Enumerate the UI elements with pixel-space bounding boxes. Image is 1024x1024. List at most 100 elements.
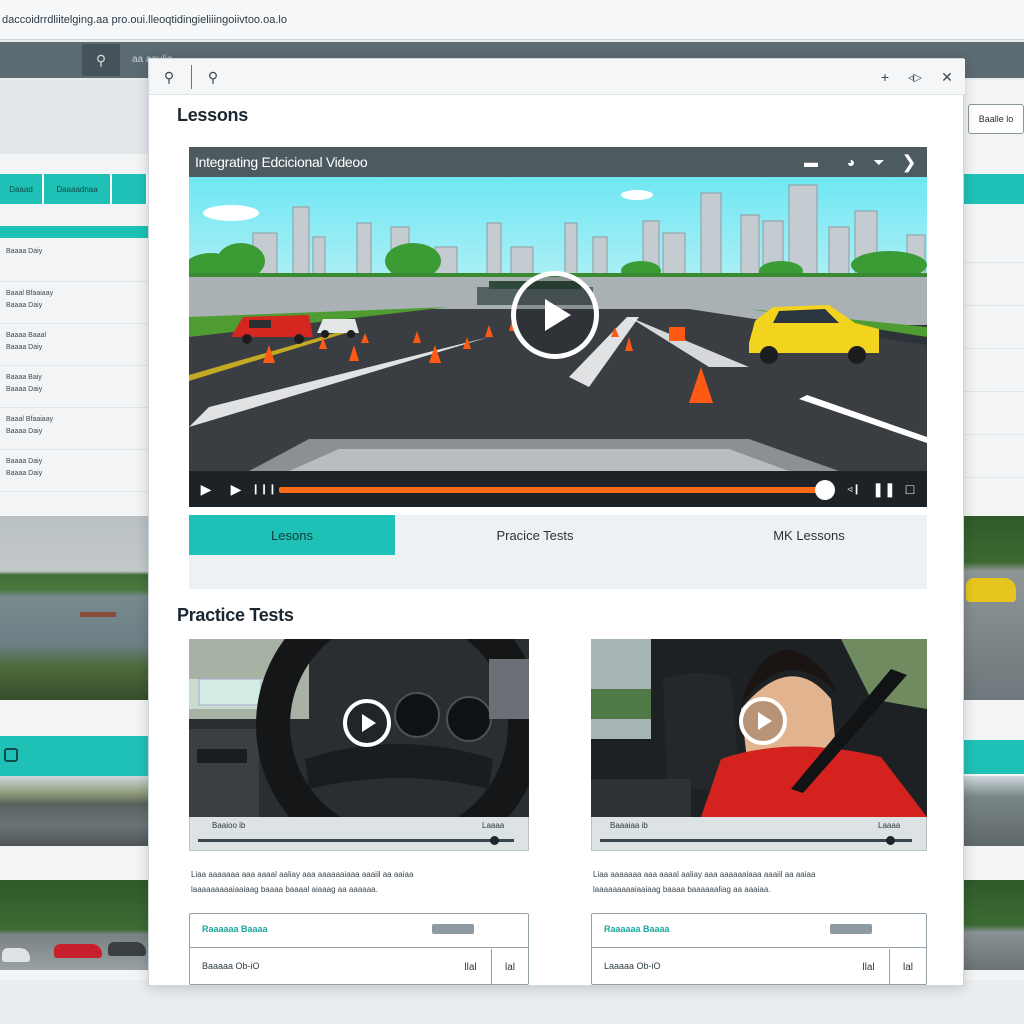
player-title-bar: Integrating Edcicional Videoo ▬ ◕ ⏷ ❯	[189, 147, 927, 177]
right-road-thumbnail[interactable]	[964, 516, 1024, 700]
right-cars-thumbnail[interactable]	[964, 880, 1024, 970]
tab-mk-lessons[interactable]: MK Lessons	[709, 515, 909, 555]
background-right-teal-bar	[964, 740, 1024, 774]
captions-icon[interactable]: ▬	[801, 152, 821, 172]
driver-video[interactable]	[591, 639, 927, 817]
background-tab-2[interactable]: Daaaadnaa	[44, 174, 112, 204]
background-right-panel: Baalle lo	[964, 80, 1024, 980]
volume-bars-icon[interactable]: ❙❙❙	[251, 480, 276, 498]
box-icon[interactable]	[4, 748, 18, 762]
list-item[interactable]: Baaaa Daiy	[0, 240, 148, 282]
play-icon[interactable]	[739, 697, 787, 745]
test-detail: Laaaaa Ob-iO	[604, 961, 661, 971]
test-info-row: Baaaaa Ob-iO llal lal	[190, 949, 528, 985]
lessons-modal: ⚲ ⚲ + ◃▷ ✕ Lessons Integrating Edciciona…	[148, 58, 965, 986]
browser-url-bar[interactable]: daccoidrrdliitelging.aa pro.oui.lleoqtid…	[0, 0, 1024, 40]
background-right-teal	[964, 174, 1024, 204]
plus-icon[interactable]: +	[875, 67, 895, 87]
video-timebar[interactable]: Baaioo ib Laaaa	[189, 817, 529, 851]
video-controls: ▶ ▶ ❙❙❙ ◃❙ ❚❚ □	[189, 471, 927, 507]
list-item[interactable]: Baaaa Baiy Baaaa Daiy	[0, 366, 148, 408]
lake-thumbnail[interactable]	[0, 516, 148, 700]
pause-icon[interactable]: lal	[890, 949, 926, 985]
background-tab-3[interactable]	[112, 174, 148, 204]
video-player[interactable]: Integrating Edcicional Videoo ▬ ◕ ⏷ ❯ ▶ …	[189, 147, 927, 507]
audio-icon[interactable]: llal	[848, 949, 890, 985]
next-frame-icon[interactable]: ▶	[227, 480, 245, 498]
boat	[80, 612, 116, 617]
list-item[interactable]: Baaaa Daiy Baaaa Daiy	[0, 450, 148, 492]
lesson-tabs: Lesons Pracice Tests MK Lessons	[189, 515, 927, 589]
pause-icon[interactable]: lal	[492, 949, 528, 985]
test-info-box: Raaaaaa Baaaa Laaaaa Ob-iO llal lal	[591, 913, 927, 985]
tab-lessons[interactable]: Lesons	[189, 515, 395, 555]
time-right: Laaaa	[878, 821, 901, 830]
card-description: Liaa aaaaaaa aaa aaaal aaliay aaa aaaaaa…	[591, 867, 927, 897]
pause-icon[interactable]: ❚❚	[872, 480, 895, 498]
list-item[interactable]: Baaal Bfaaiaay Baaaa Daiy	[0, 408, 148, 450]
progress-bar[interactable]	[279, 487, 825, 493]
background-right-button[interactable]: Baalle lo	[968, 104, 1024, 134]
audio-icon[interactable]: ◃❙	[845, 480, 863, 498]
timer-icon[interactable]: ◕	[841, 152, 861, 172]
background-right-list	[964, 220, 1024, 490]
practice-test-card: Baaaiaa ib Laaaa Liaa aaaaaaa aaa aaaal …	[591, 639, 927, 985]
search-icon[interactable]: ⚲	[203, 67, 223, 87]
car-dark	[108, 942, 146, 956]
cars-thumbnail[interactable]	[0, 880, 148, 970]
time-right: Laaaa	[482, 821, 505, 830]
split-icon[interactable]: ◃▷	[905, 67, 925, 87]
play-icon[interactable]: ▶	[197, 480, 215, 498]
test-label: Raaaaaa Baaaa	[202, 924, 268, 934]
list-item-subtext: Baaaa Daiy	[6, 428, 43, 435]
url-text[interactable]: daccoidrrdliitelging.aa pro.oui.lleoqtid…	[2, 14, 287, 26]
close-icon[interactable]: ✕	[937, 67, 957, 87]
search-icon[interactable]: ⚲	[82, 44, 120, 76]
seek-knob[interactable]	[490, 836, 499, 845]
description-line: Liaa aaaaaaa aaa aaaal aaliay aaa aaaaaa…	[593, 870, 816, 879]
toolbar-separator	[191, 65, 192, 89]
test-info-header: Raaaaaa Baaaa	[190, 914, 528, 948]
audio-icon[interactable]: llal	[450, 949, 492, 985]
description-line: Liaa aaaaaaa aaa aaaal aaliay aaa aaaaaa…	[191, 870, 414, 879]
play-icon[interactable]	[343, 699, 391, 747]
volume-icon[interactable]: ⏷	[869, 152, 889, 172]
test-label: Raaaaaa Baaaa	[604, 924, 670, 934]
list-item[interactable]: Baaal Bfaaiaay Baaaa Daiy	[0, 282, 148, 324]
progress-knob[interactable]	[815, 480, 835, 500]
lessons-title: Lessons	[177, 105, 248, 125]
modal-toolbar: ⚲ ⚲ + ◃▷ ✕	[149, 59, 965, 95]
road-thumbnail[interactable]	[0, 776, 148, 846]
fullscreen-icon[interactable]: □	[901, 480, 919, 498]
test-info-box: Raaaaaa Baaaa Baaaaa Ob-iO llal lal	[189, 913, 529, 985]
test-detail: Baaaaa Ob-iO	[202, 961, 260, 971]
car-red	[54, 944, 102, 958]
seek-knob[interactable]	[886, 836, 895, 845]
list-item[interactable]: Baaaa Baaal Baaaa Daiy	[0, 324, 148, 366]
background-list: Baaaa Daiy Baaal Bfaaiaay Baaaa Daiy Baaa…	[0, 240, 148, 492]
status-pill	[830, 924, 872, 934]
play-icon[interactable]	[511, 271, 599, 359]
background-header	[0, 80, 148, 154]
background-teal-bar	[0, 736, 148, 776]
description-line: laaaaaaaaaiaaiaag baaaa baaaaaaliag aa a…	[593, 885, 771, 894]
steering-wheel-video[interactable]	[189, 639, 529, 817]
list-item-text: Baaaa Daiy	[6, 458, 43, 465]
background-tab-1[interactable]: Daaad	[0, 174, 44, 204]
seek-track[interactable]	[198, 839, 514, 842]
time-left: Baaaiaa ib	[610, 821, 648, 830]
list-item-text: Baaaa Baaal	[6, 332, 47, 339]
search-icon[interactable]: ⚲	[159, 67, 179, 87]
time-left: Baaioo ib	[212, 821, 246, 830]
video-timebar[interactable]: Baaaiaa ib Laaaa	[591, 817, 927, 851]
car-white	[2, 948, 30, 962]
right-highway-thumbnail[interactable]	[964, 776, 1024, 846]
car-yellow	[966, 578, 1016, 602]
description-line: laaaaaaaaaiaaiaag baaaa baaaal aiaaag aa…	[191, 885, 378, 894]
tab-practice-tests[interactable]: Pracice Tests	[435, 515, 635, 555]
status-pill	[432, 924, 474, 934]
next-icon[interactable]: ❯	[899, 152, 919, 172]
practice-tests-title: Practice Tests	[177, 605, 294, 625]
list-item-text: Baaaa Daiy	[6, 248, 43, 255]
seek-track[interactable]	[600, 839, 912, 842]
